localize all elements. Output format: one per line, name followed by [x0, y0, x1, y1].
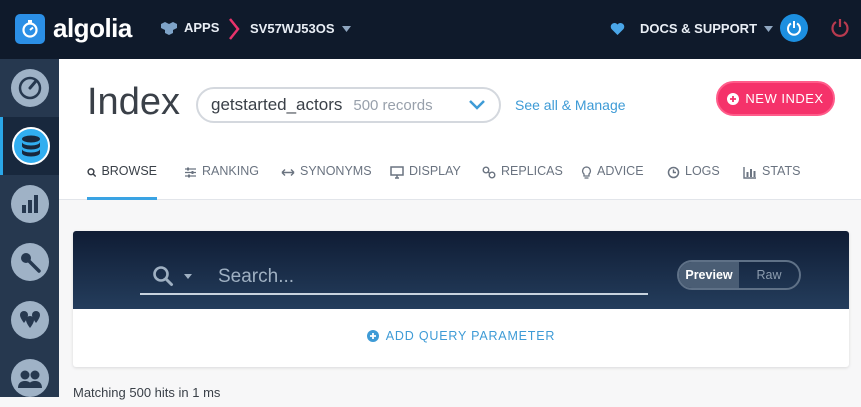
link-icon [482, 166, 496, 179]
tab-label: DISPLAY [409, 164, 461, 178]
page-title: Index [87, 81, 180, 123]
search-input[interactable] [218, 263, 638, 291]
raw-toggle[interactable]: Raw [739, 262, 799, 288]
lightbulb-icon [582, 166, 591, 179]
sidebar-item-api-keys[interactable] [0, 233, 59, 291]
index-header: Index getstarted_actors 500 records See … [59, 59, 861, 200]
search-bar [140, 263, 648, 295]
chevron-down-icon[interactable] [184, 274, 192, 279]
tab-label: RANKING [202, 164, 259, 178]
tab-advice[interactable]: ADVICE [581, 164, 644, 200]
add-query-parameter-button[interactable]: ADD QUERY PARAMETER [73, 329, 849, 343]
dashboard-gauge-icon [18, 76, 41, 100]
account-avatar[interactable] [780, 14, 808, 42]
tab-logs[interactable]: LOGS [667, 164, 720, 200]
plus-circle-icon [366, 330, 379, 342]
preview-raw-toggle: Preview Raw [677, 260, 801, 290]
app-selector[interactable]: SV57WJ53OS [250, 21, 351, 36]
chevron-down-icon [341, 25, 351, 32]
monitor-icon [390, 166, 404, 179]
tab-replicas[interactable]: REPLICAS [482, 164, 563, 200]
clock-icon [667, 166, 680, 179]
database-icon [22, 135, 40, 157]
sidebar-item-analytics[interactable] [0, 175, 59, 233]
api-key-icon [20, 253, 41, 273]
tab-ranking[interactable]: RANKING [184, 164, 259, 200]
arrows-icon [281, 169, 295, 176]
sidebar-item-team[interactable] [0, 349, 59, 407]
search-icon[interactable] [152, 265, 174, 287]
preview-toggle[interactable]: Preview [679, 262, 739, 288]
docs-support-label: DOCS & SUPPORT [640, 21, 758, 36]
tab-browse[interactable]: BROWSE [87, 164, 157, 200]
add-param-label: ADD QUERY PARAMETER [385, 329, 556, 343]
algolia-stopwatch-icon [15, 13, 45, 44]
chevron-down-icon [469, 100, 485, 110]
record-count: 500 records [353, 96, 433, 114]
algolia-logo[interactable]: algolia [15, 13, 132, 44]
search-header: Preview Raw [73, 231, 849, 309]
search-icon [87, 168, 97, 178]
top-navbar: algolia APPS SV57WJ53OS DOCS & SUPPORT [0, 0, 861, 59]
sidebar-item-indices[interactable] [0, 117, 59, 175]
apps-cubes-icon [161, 21, 177, 35]
breadcrumb-chevron-icon [229, 18, 240, 40]
tab-label: ADVICE [597, 164, 644, 178]
results-summary: Matching 500 hits in 1 ms [73, 385, 221, 400]
tab-synonyms[interactable]: SYNONYMS [281, 164, 372, 200]
index-name: getstarted_actors [211, 95, 343, 114]
new-index-button[interactable]: NEW INDEX [716, 81, 835, 116]
tab-label: REPLICAS [501, 164, 563, 178]
tab-display[interactable]: DISPLAY [390, 164, 461, 200]
tab-label: BROWSE [101, 164, 157, 178]
tab-stats[interactable]: STATS [743, 164, 800, 200]
docs-support-menu[interactable]: DOCS & SUPPORT [610, 21, 774, 36]
bar-chart-icon [743, 167, 756, 179]
chevron-down-icon [764, 25, 774, 32]
see-all-manage-link[interactable]: See all & Manage [515, 97, 626, 113]
browse-search-panel: Preview Raw ADD QUERY PARAMETER [73, 231, 849, 367]
sliders-icon [185, 167, 196, 178]
sidebar [0, 59, 59, 397]
sidebar-item-geo[interactable] [0, 291, 59, 349]
new-index-label: NEW INDEX [745, 91, 824, 106]
tab-label: STATS [762, 164, 801, 178]
heart-icon [610, 22, 625, 35]
geo-pins-icon [19, 311, 40, 328]
logout-power-icon[interactable] [830, 17, 850, 39]
app-id: SV57WJ53OS [250, 21, 335, 36]
tab-label: LOGS [685, 164, 720, 178]
apps-label: APPS [184, 20, 220, 35]
team-icon [17, 370, 42, 388]
brand-name: algolia [53, 13, 132, 43]
apps-link[interactable]: APPS [160, 20, 219, 35]
sidebar-item-dashboard[interactable] [0, 59, 59, 117]
analytics-icon [21, 195, 38, 213]
power-icon [787, 21, 801, 36]
index-selector[interactable]: getstarted_actors 500 records [196, 87, 501, 123]
tab-label: SYNONYMS [300, 164, 372, 178]
plus-circle-icon [727, 92, 740, 105]
